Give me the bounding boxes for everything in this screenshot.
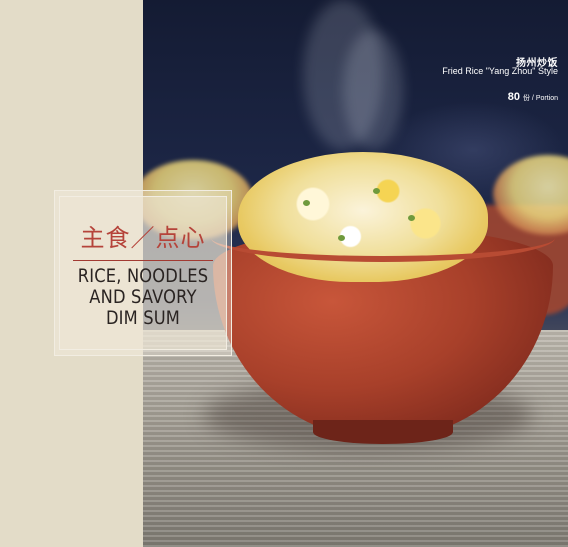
dish-price: 80 xyxy=(507,91,520,103)
section-title-english: RICE, NOODLES AND SAVORY DIM SUM xyxy=(69,266,217,329)
section-title-line: RICE, NOODLES xyxy=(77,266,209,287)
pea xyxy=(303,200,310,206)
bowl-rim xyxy=(211,214,555,262)
section-title-chinese: 主食／点心 xyxy=(80,224,206,252)
section-title-line: AND SAVORY xyxy=(89,287,197,308)
price-unit: 份 / Portion xyxy=(522,95,558,102)
pea xyxy=(408,215,415,221)
dish-name-english: Fried Rice "Yang Zhou" Style xyxy=(442,66,558,76)
pea xyxy=(373,188,380,194)
price-line: 80 份 / Portion xyxy=(508,87,558,105)
steam xyxy=(343,30,403,150)
title-divider xyxy=(73,260,213,261)
pea xyxy=(338,235,345,241)
section-title-line: DIM SUM xyxy=(105,308,181,329)
bowl-foot xyxy=(313,420,453,444)
